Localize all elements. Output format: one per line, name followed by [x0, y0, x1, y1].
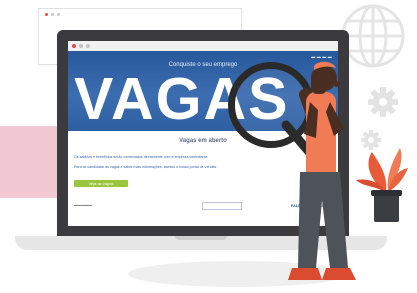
illustration-stage: ▬ ▬ ▬ ▬ Conquiste o seu emprego VAGAS Va… [0, 0, 417, 293]
person-figure [288, 61, 356, 280]
person-illustration [281, 61, 356, 280]
